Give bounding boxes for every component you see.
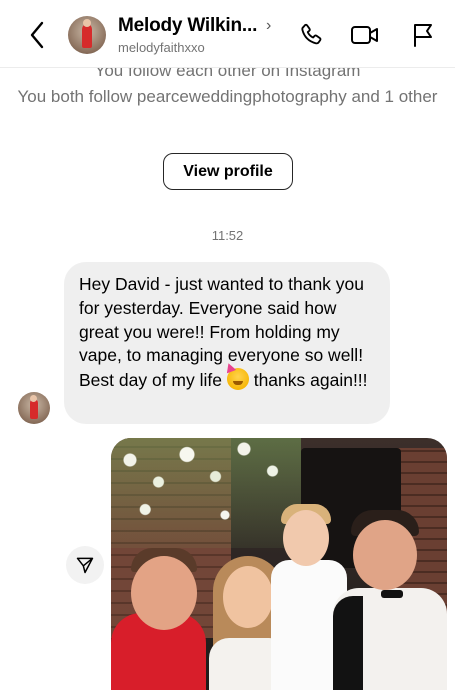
video-call-button[interactable] (350, 20, 380, 50)
contact-avatar[interactable] (68, 16, 106, 54)
view-profile-button[interactable]: View profile (163, 153, 293, 190)
photo-flower-arch (111, 438, 301, 548)
call-button[interactable] (296, 20, 326, 50)
photo-person-4-head (353, 520, 417, 590)
back-arrow-icon (30, 21, 44, 49)
partying-face-icon (226, 368, 249, 391)
video-camera-icon (351, 26, 378, 44)
phone-icon (301, 23, 322, 45)
send-arrow-icon (76, 557, 94, 574)
photo-person-2-head (223, 566, 273, 628)
chat-header: Melody Wilkin... › melodyfaithxxo (0, 0, 455, 68)
back-button[interactable] (24, 20, 50, 50)
photo-person-1-head (131, 556, 197, 630)
contact-name[interactable]: Melody Wilkin... (118, 15, 257, 37)
message-text-part-2: thanks again!!! (248, 370, 368, 391)
sender-avatar[interactable] (18, 392, 50, 424)
message-timestamp: 11:52 (211, 228, 244, 243)
chevron-right-icon[interactable]: › (266, 17, 271, 35)
mutual-follow-text: You both follow pearceweddingphotography… (17, 87, 438, 106)
report-button[interactable] (408, 20, 438, 50)
photo-bow-tie (381, 590, 403, 598)
flag-icon (414, 24, 432, 47)
share-button[interactable] (66, 546, 104, 584)
photo-person-4-jacket (333, 596, 363, 690)
contact-handle[interactable]: melodyfaithxxo (118, 40, 205, 55)
shared-photo[interactable] (111, 438, 447, 690)
photo-person-3-head (283, 510, 329, 566)
received-message-bubble[interactable]: Hey David - just wanted to thank you for… (64, 262, 390, 424)
